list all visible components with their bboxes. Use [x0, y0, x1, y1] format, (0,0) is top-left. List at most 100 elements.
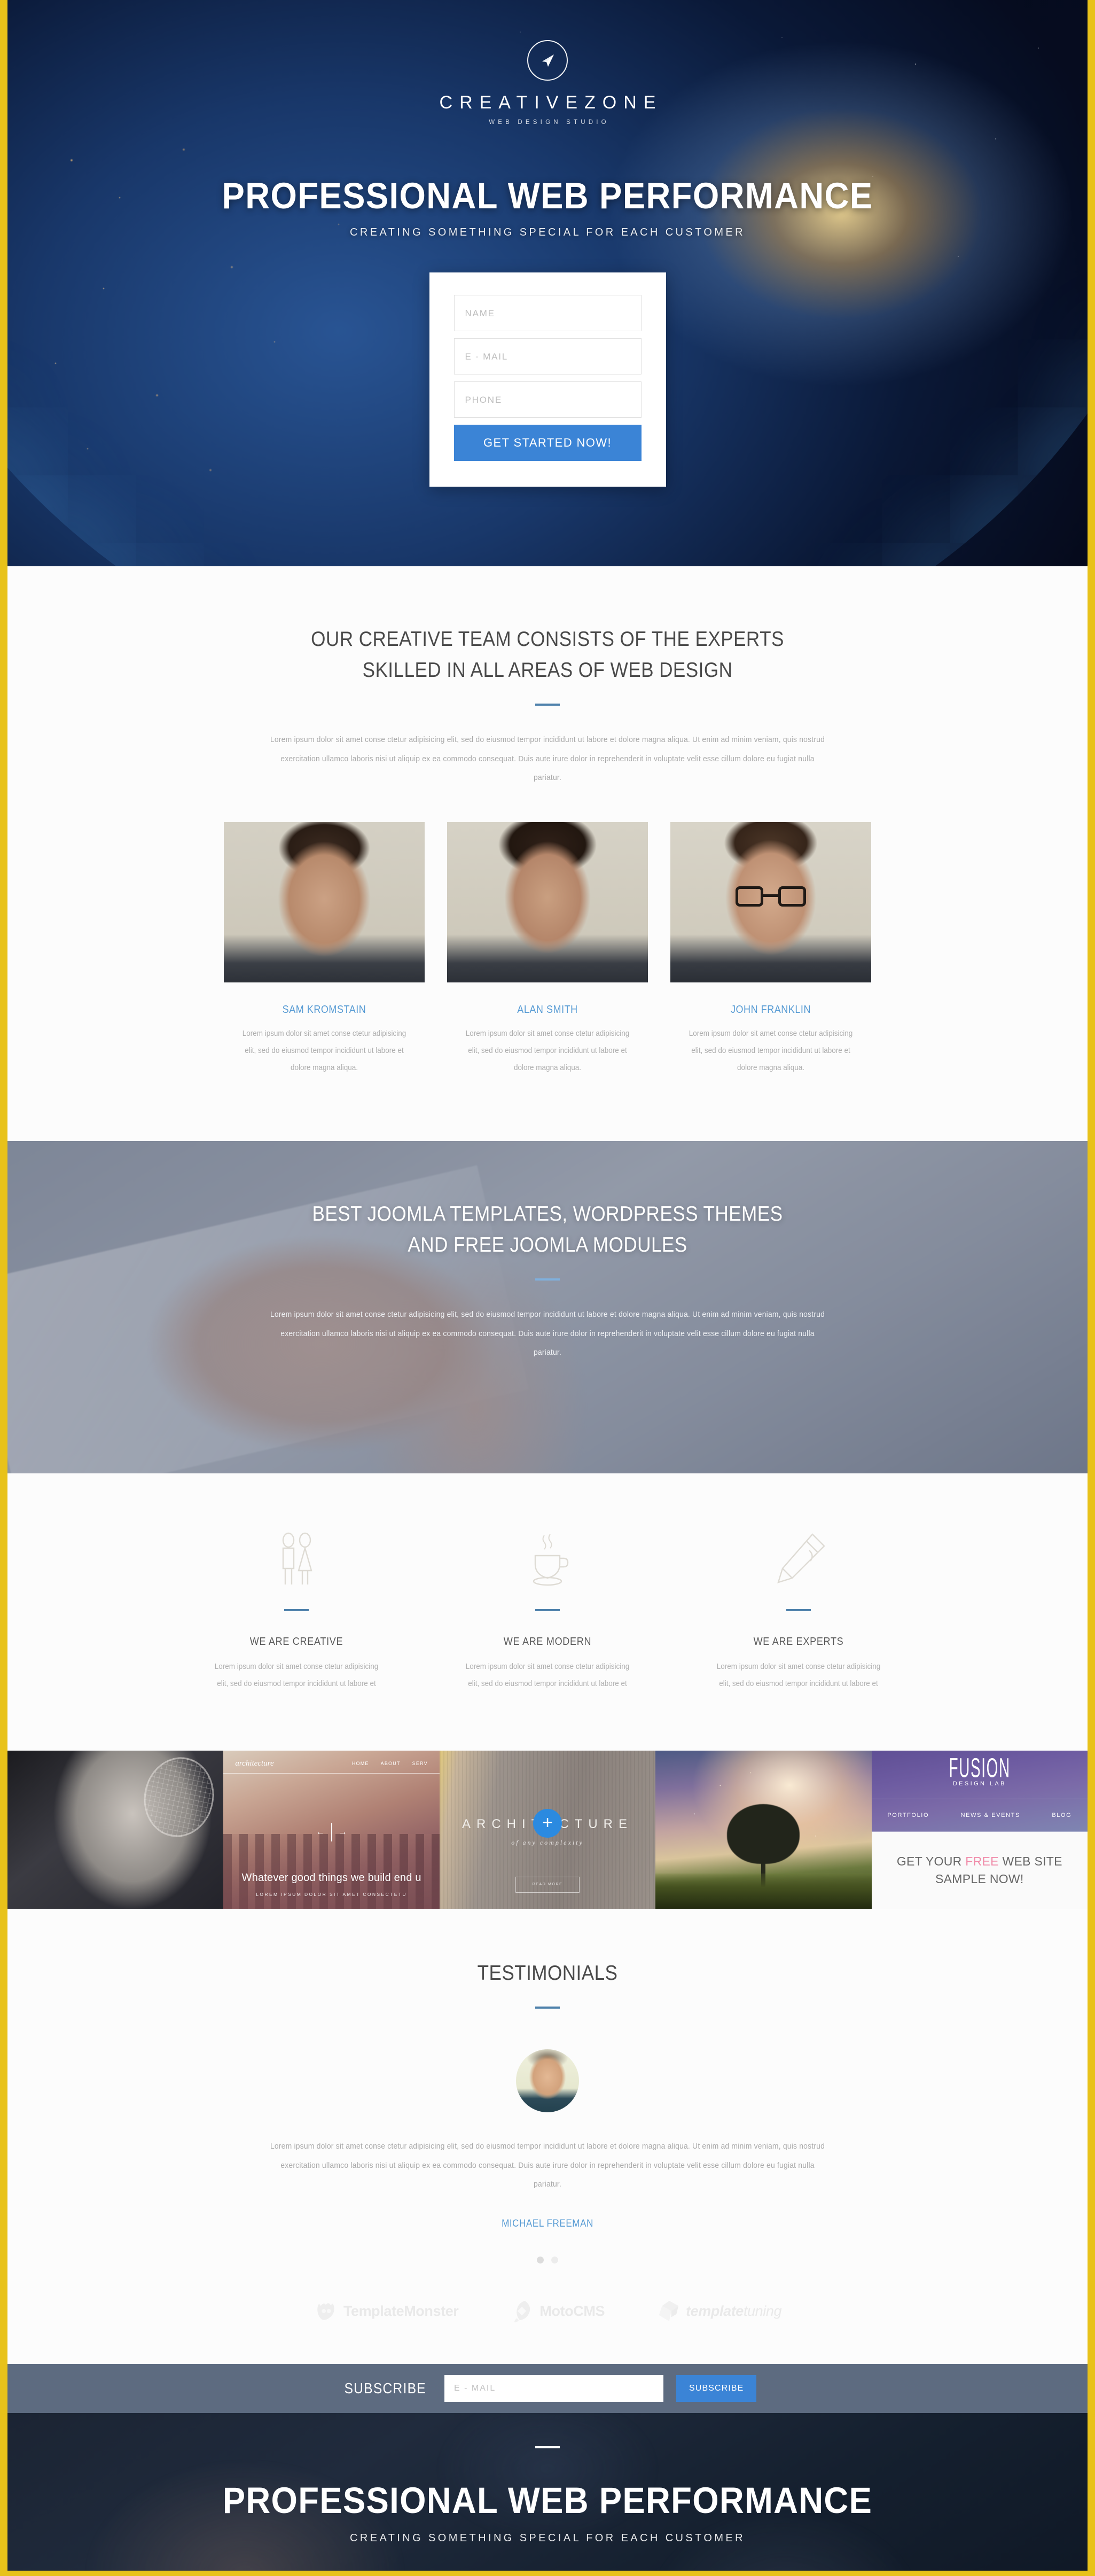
thumb-nav-home: HOME: [351, 1761, 369, 1767]
promo-pre: GET YOUR: [896, 1854, 966, 1868]
team-member-card[interactable]: JOHN FRANKLIN Lorem ipsum dolor sit amet…: [670, 822, 871, 1077]
subscribe-bar: SUBSCRIBE SUBSCRIBE: [7, 2364, 1088, 2414]
thumb-navbar: architecture HOME ABOUT SERV: [223, 1759, 439, 1768]
thumb-nav-rule: [223, 1773, 440, 1774]
hero-section: CREATIVEZONE WEB DESIGN STUDIO PROFESSIO…: [7, 0, 1088, 566]
gallery-item-sport[interactable]: [7, 1750, 224, 1909]
name-input[interactable]: [453, 295, 642, 331]
thumb-subcaption: LOREM IPSUM DOLOR SIT AMET CONSECTETU: [256, 1891, 407, 1897]
feature-title: WE ARE MODERN: [503, 1635, 592, 1648]
parallax-title: BEST JOOMLA TEMPLATES, WORDPRESS THEMES …: [61, 1199, 1034, 1260]
testimonial-author: MICHAEL FREEMAN: [502, 2218, 593, 2230]
rocket-icon: [514, 2300, 530, 2323]
promo-line2: SAMPLE NOW!: [935, 1871, 1024, 1886]
team-member-card[interactable]: ALAN SMITH Lorem ipsum dolor sit amet co…: [447, 822, 648, 1077]
subscribe-email-input[interactable]: [444, 2375, 664, 2402]
team-member-desc: Lorem ipsum dolor sit amet conse ctetur …: [689, 1029, 853, 1072]
feature-desc: Lorem ipsum dolor sit amet conse ctetur …: [716, 1662, 881, 1688]
feature-divider: [786, 1609, 811, 1611]
skyline-decor: [223, 1833, 440, 1909]
get-started-button[interactable]: GET STARTED NOW!: [453, 425, 642, 461]
footer-subtitle: CREATING SOMETHING SPECIAL FOR EACH CUST…: [350, 2532, 745, 2544]
phone-input[interactable]: [453, 381, 642, 418]
team-member-name: JOHN FRANKLIN: [730, 1004, 811, 1016]
partner-name: templatetuning: [686, 2303, 781, 2320]
gallery-item-tree[interactable]: [655, 1750, 872, 1909]
racket-decor: [137, 1750, 222, 1844]
fusion-menu-blog: BLOG: [1052, 1812, 1072, 1818]
subscribe-label: SUBSCRIBE: [344, 2380, 426, 2397]
thumb-logo: architecture: [235, 1759, 274, 1768]
subscribe-button[interactable]: SUBSCRIBE: [676, 2375, 757, 2402]
feature-title: WE ARE EXPERTS: [753, 1635, 844, 1648]
testimonial-slider-dots: [7, 2257, 1088, 2264]
feature-divider: [284, 1609, 309, 1611]
parallax-section: BEST JOOMLA TEMPLATES, WORDPRESS THEMES …: [7, 1141, 1088, 1473]
gallery-item-fusion[interactable]: FUSION DESIGN LAB PORTFOLIO NEWS & EVENT…: [871, 1750, 1088, 1909]
email-input[interactable]: [453, 338, 642, 374]
arrow-right-icon: →: [338, 1827, 347, 1837]
grass-decor: [655, 1873, 872, 1909]
plus-icon: +: [533, 1809, 562, 1838]
thumb-nav-services: SERV: [412, 1761, 428, 1767]
thumb-caption: Whatever good things we build end u: [241, 1871, 421, 1884]
feature-card: WE ARE MODERN Lorem ipsum dolor sit amet…: [459, 1525, 636, 1693]
paper-plane-icon: [527, 40, 568, 81]
team-title-line2: SKILLED IN ALL AREAS OF WEB DESIGN: [362, 658, 733, 682]
partner-name-bold: template: [686, 2302, 744, 2319]
ribbon-icon: [659, 2300, 679, 2322]
team-member-name: ALAN SMITH: [517, 1004, 578, 1016]
partner-motocms[interactable]: MotoCMS: [510, 2299, 605, 2323]
fusion-header: FUSION DESIGN LAB PORTFOLIO NEWS & EVENT…: [871, 1750, 1088, 1832]
feature-card: WE ARE EXPERTS Lorem ipsum dolor sit ame…: [710, 1525, 887, 1693]
gallery-strip: architecture HOME ABOUT SERV ← → Whateve…: [7, 1750, 1088, 1909]
team-title-line1: OUR CREATIVE TEAM CONSISTS OF THE EXPERT…: [311, 628, 784, 651]
glasses-decor: [736, 886, 806, 908]
hero-title: PROFESSIONAL WEB PERFORMANCE: [222, 175, 873, 216]
promo-post: WEB SITE: [998, 1854, 1062, 1868]
fusion-menu-portfolio: PORTFOLIO: [887, 1812, 929, 1818]
gallery-item-architecture-wall[interactable]: ARCHITECTURE + of any complexity READ MO…: [439, 1750, 656, 1909]
footer-title: PROFESSIONAL WEB PERFORMANCE: [222, 2480, 873, 2522]
team-photo: [447, 822, 648, 983]
feature-card: WE ARE CREATIVE Lorem ipsum dolor sit am…: [208, 1525, 385, 1693]
parallax-body: Lorem ipsum dolor sit amet conse ctetur …: [270, 1310, 825, 1357]
testimonials-title: TESTIMONIALS: [477, 1961, 618, 1985]
testimonials-section: TESTIMONIALS Lorem ipsum dolor sit amet …: [7, 1908, 1088, 2364]
pencil-icon: [710, 1525, 887, 1588]
slider-arrows: ← →: [316, 1823, 347, 1841]
logo[interactable]: CREATIVEZONE WEB DESIGN STUDIO: [7, 0, 1088, 126]
feature-desc: Lorem ipsum dolor sit amet conse ctetur …: [465, 1662, 630, 1688]
free-sample-panel[interactable]: GET YOUR FREE WEB SITE SAMPLE NOW!: [871, 1831, 1088, 1909]
team-member-name: SAM KROMSTAIN: [282, 1004, 366, 1016]
footer-cta-section: PROFESSIONAL WEB PERFORMANCE CREATING SO…: [7, 2413, 1088, 2571]
arrow-left-icon: ←: [316, 1827, 325, 1837]
thumb-navlinks: HOME ABOUT SERV: [352, 1761, 428, 1766]
monster-icon: [317, 2303, 334, 2320]
partner-name: MotoCMS: [539, 2302, 605, 2319]
testimonial-avatar: [516, 2049, 579, 2113]
partner-templatetuning[interactable]: templatetuning: [656, 2299, 782, 2323]
partner-name: TemplateMonster: [343, 2302, 459, 2319]
team-title: OUR CREATIVE TEAM CONSISTS OF THE EXPERT…: [61, 624, 1034, 685]
partner-templatemonster[interactable]: TemplateMonster: [314, 2299, 459, 2323]
partner-name-light: tuning: [743, 2302, 782, 2319]
thumb-sub: of any complexity: [511, 1839, 584, 1847]
slider-dot-2[interactable]: [551, 2257, 558, 2264]
section-divider: [535, 1278, 560, 1281]
page-frame: CREATIVEZONE WEB DESIGN STUDIO PROFESSIO…: [0, 0, 1095, 2576]
feature-divider: [535, 1609, 560, 1611]
section-divider: [535, 2007, 560, 2009]
two-people-icon: [208, 1525, 385, 1588]
fusion-menu-news: NEWS & EVENTS: [960, 1812, 1020, 1818]
feature-title: WE ARE CREATIVE: [249, 1635, 343, 1648]
feature-desc: Lorem ipsum dolor sit amet conse ctetur …: [214, 1662, 379, 1688]
team-member-desc: Lorem ipsum dolor sit amet conse ctetur …: [242, 1029, 406, 1072]
promo-free: FREE: [965, 1854, 999, 1868]
slider-dot-1[interactable]: [537, 2257, 544, 2264]
hero-subtitle: CREATING SOMETHING SPECIAL FOR EACH CUST…: [350, 227, 745, 238]
section-divider: [535, 2446, 560, 2449]
gallery-item-architecture-site[interactable]: architecture HOME ABOUT SERV ← → Whateve…: [223, 1750, 440, 1909]
features-section: WE ARE CREATIVE Lorem ipsum dolor sit am…: [7, 1473, 1088, 1751]
team-member-card[interactable]: SAM KROMSTAIN Lorem ipsum dolor sit amet…: [224, 822, 425, 1077]
